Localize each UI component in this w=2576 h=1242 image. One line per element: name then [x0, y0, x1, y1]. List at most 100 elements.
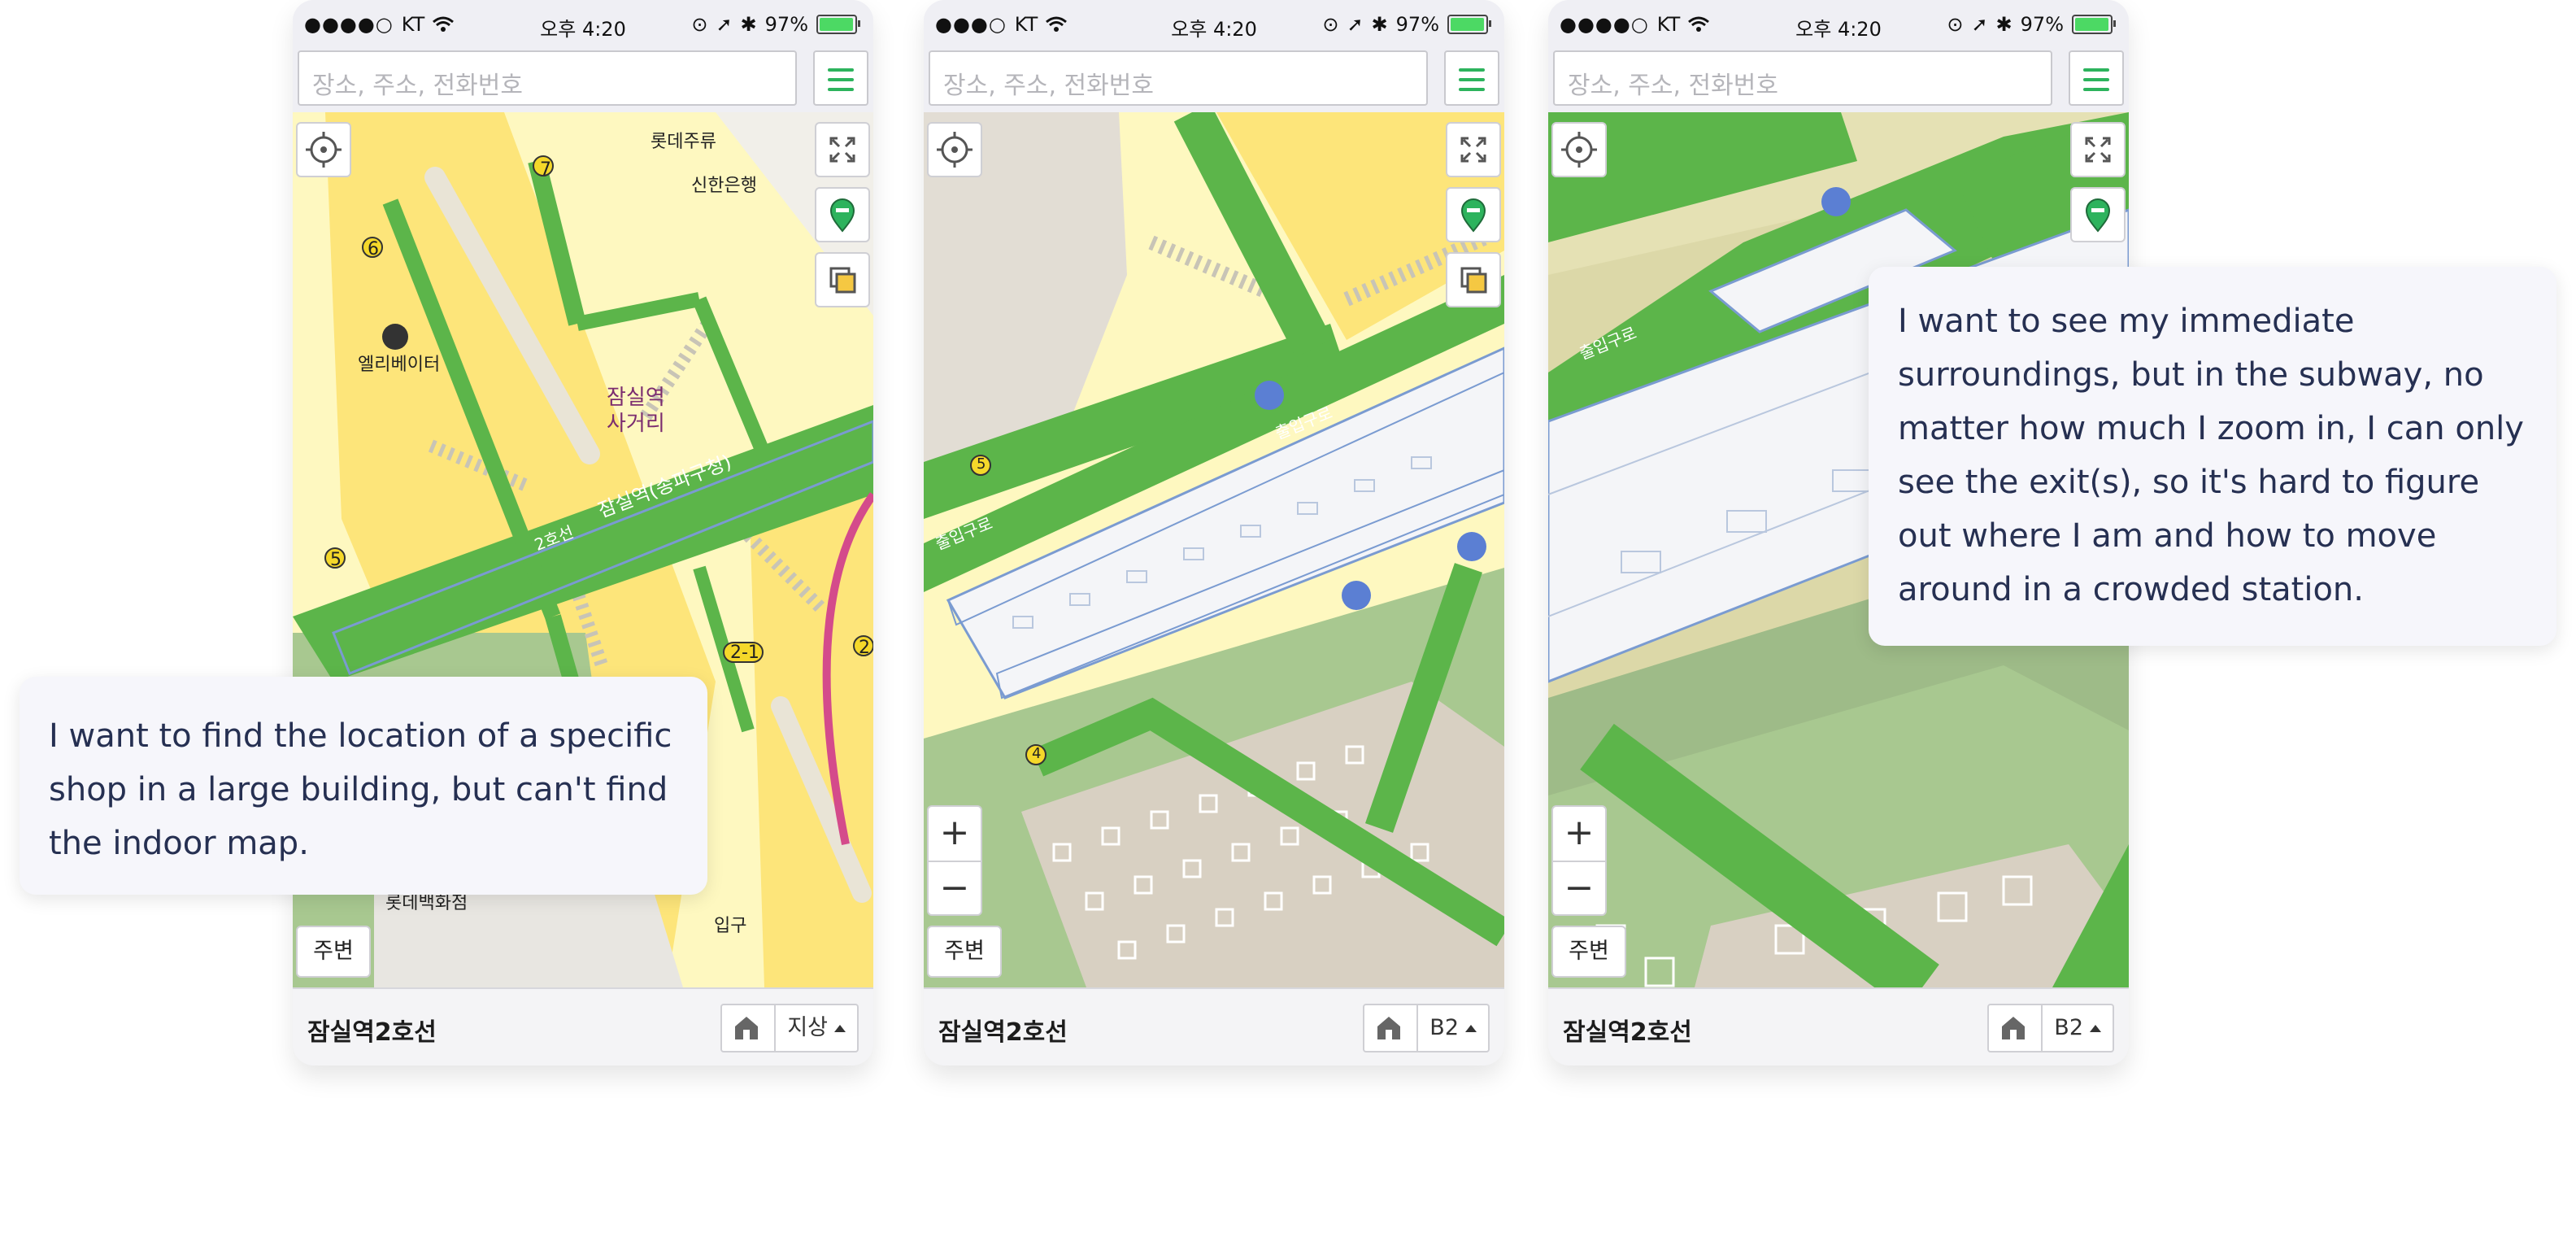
- locate-me-button[interactable]: [1551, 122, 1607, 177]
- map-pin-button[interactable]: [815, 187, 870, 242]
- bottom-bar: 잠실역2호선 B2: [1548, 987, 2129, 1066]
- menu-button[interactable]: [813, 50, 868, 106]
- intersection-label: 사거리: [607, 412, 665, 436]
- lock-rotation-icon: ⊙: [691, 13, 708, 36]
- phone-screen-2: ●●●○ KT 오후 4:20 ⊙ ➚ ✱ 97% 장소, 주소, 전화번호 5…: [924, 0, 1504, 1066]
- search-input[interactable]: 장소, 주소, 전화번호: [298, 50, 797, 106]
- search-input[interactable]: 장소, 주소, 전화번호: [929, 50, 1428, 106]
- caret-up-icon: [834, 1025, 846, 1032]
- fullscreen-icon: [829, 137, 855, 163]
- menu-button[interactable]: [1444, 50, 1499, 106]
- menu-icon-bar: [2083, 88, 2109, 91]
- location-arrow-icon: ➚: [1971, 13, 1988, 36]
- fullscreen-button[interactable]: [1446, 122, 1501, 177]
- exit-6-label: 6: [368, 239, 379, 259]
- floor-selector[interactable]: B2: [1363, 1004, 1490, 1052]
- station-name: 잠실역2호선: [1563, 1018, 1692, 1047]
- menu-button[interactable]: [2069, 50, 2124, 106]
- locate-me-button[interactable]: [296, 122, 351, 177]
- bluetooth-icon: ✱: [1371, 13, 1388, 36]
- exit-7-label: 7: [540, 159, 551, 180]
- map-pin-button[interactable]: [2070, 187, 2126, 242]
- indoor-map-icon: [1364, 1005, 1419, 1051]
- map-view[interactable]: 5 4 출입구로 출입구로 + − 주변: [924, 112, 1504, 987]
- search-bar: 장소, 주소, 전화번호: [293, 50, 873, 112]
- callout-bubble-2: I want to see my immediate surroundings,…: [1869, 267, 2556, 646]
- fullscreen-button[interactable]: [815, 122, 870, 177]
- exit-4-label: 4: [1032, 745, 1042, 762]
- exit-5-label: 5: [330, 550, 342, 570]
- station-name: 잠실역2호선: [307, 1018, 437, 1047]
- lock-rotation-icon: ⊙: [1947, 13, 1964, 36]
- status-bar: ●●●●○ KT 오후 4:20 ⊙ ➚ ✱ 97%: [1548, 0, 2129, 50]
- place-label: 롯데주류: [651, 132, 716, 152]
- entrance-label: 입구: [714, 916, 747, 936]
- elevator-label: 엘리베이터: [358, 355, 441, 375]
- bottom-bar: 잠실역2호선 지상: [293, 987, 873, 1066]
- search-bar: 장소, 주소, 전화번호: [1548, 50, 2129, 112]
- map-pin-icon: [1460, 198, 1486, 233]
- callout-text: I want to find the location of a specifi…: [49, 717, 672, 862]
- search-input[interactable]: 장소, 주소, 전화번호: [1553, 50, 2052, 106]
- floor-label: B2: [1429, 1015, 1459, 1040]
- locate-me-button[interactable]: [927, 122, 982, 177]
- exit-2-label: 2: [859, 638, 870, 658]
- zoom-control: + −: [1551, 805, 1607, 916]
- nearby-button[interactable]: 주변: [296, 926, 371, 978]
- fullscreen-icon: [2085, 137, 2111, 163]
- layers-button[interactable]: [1446, 252, 1501, 307]
- layers-button[interactable]: [815, 252, 870, 307]
- battery-icon: [1447, 15, 1491, 34]
- indoor-map-icon: [722, 1005, 777, 1051]
- battery-percent: 97%: [1395, 13, 1439, 36]
- zoom-out-button[interactable]: −: [1553, 862, 1605, 916]
- location-arrow-icon: ➚: [1347, 13, 1364, 36]
- nearby-button[interactable]: 주변: [1551, 926, 1626, 978]
- floor-selector[interactable]: B2: [1987, 1004, 2114, 1052]
- battery-percent: 97%: [764, 13, 808, 36]
- floor-selector[interactable]: 지상: [720, 1004, 859, 1052]
- clock: 오후 4:20: [540, 18, 626, 41]
- fullscreen-button[interactable]: [2070, 122, 2126, 177]
- locate-me-icon: [306, 132, 342, 168]
- lock-rotation-icon: ⊙: [1322, 13, 1339, 36]
- menu-icon-bar: [828, 88, 854, 91]
- bottom-bar: 잠실역2호선 B2: [924, 987, 1504, 1066]
- map-pin-icon: [2085, 198, 2111, 233]
- clock: 오후 4:20: [1795, 18, 1882, 41]
- layers-icon: [829, 267, 856, 294]
- exit-5-label: 5: [977, 455, 986, 473]
- locate-me-icon: [937, 132, 973, 168]
- search-bar: 장소, 주소, 전화번호: [924, 50, 1504, 112]
- bluetooth-icon: ✱: [1995, 13, 2012, 36]
- indoor-map-icon: [1989, 1005, 2043, 1051]
- layers-icon: [1460, 267, 1487, 294]
- battery-percent: 97%: [2020, 13, 2064, 36]
- map-pin-icon: [829, 198, 855, 233]
- zoom-control: + −: [927, 805, 982, 916]
- menu-icon: [1459, 68, 1485, 72]
- menu-icon: [2083, 68, 2109, 72]
- menu-icon-bar: [1459, 78, 1485, 81]
- battery-icon: [816, 15, 860, 34]
- phone-screen-1: ●●●●○ KT 오후 4:20 ⊙ ➚ ✱ 97% 장소, 주소, 전화번호: [293, 0, 873, 1066]
- exit-2-1-label: 2-1: [730, 643, 759, 663]
- clock: 오후 4:20: [1171, 18, 1257, 41]
- menu-icon-bar: [828, 78, 854, 81]
- zoom-in-button[interactable]: +: [1553, 807, 1605, 862]
- nearby-button[interactable]: 주변: [927, 926, 1002, 978]
- callout-bubble-1: I want to find the location of a specifi…: [20, 677, 707, 895]
- callout-text: I want to see my immediate surroundings,…: [1898, 303, 2524, 608]
- map-canvas: [924, 112, 1504, 987]
- bluetooth-icon: ✱: [740, 13, 757, 36]
- floor-label: 지상: [787, 1015, 828, 1040]
- zoom-in-button[interactable]: +: [929, 807, 981, 862]
- map-pin-button[interactable]: [1446, 187, 1501, 242]
- floor-label: B2: [2054, 1015, 2083, 1040]
- status-bar: ●●●○ KT 오후 4:20 ⊙ ➚ ✱ 97%: [924, 0, 1504, 50]
- locate-me-icon: [1561, 132, 1597, 168]
- menu-icon: [828, 68, 854, 72]
- zoom-out-button[interactable]: −: [929, 862, 981, 916]
- place-label: 신한은행: [691, 176, 757, 196]
- menu-icon-bar: [1459, 88, 1485, 91]
